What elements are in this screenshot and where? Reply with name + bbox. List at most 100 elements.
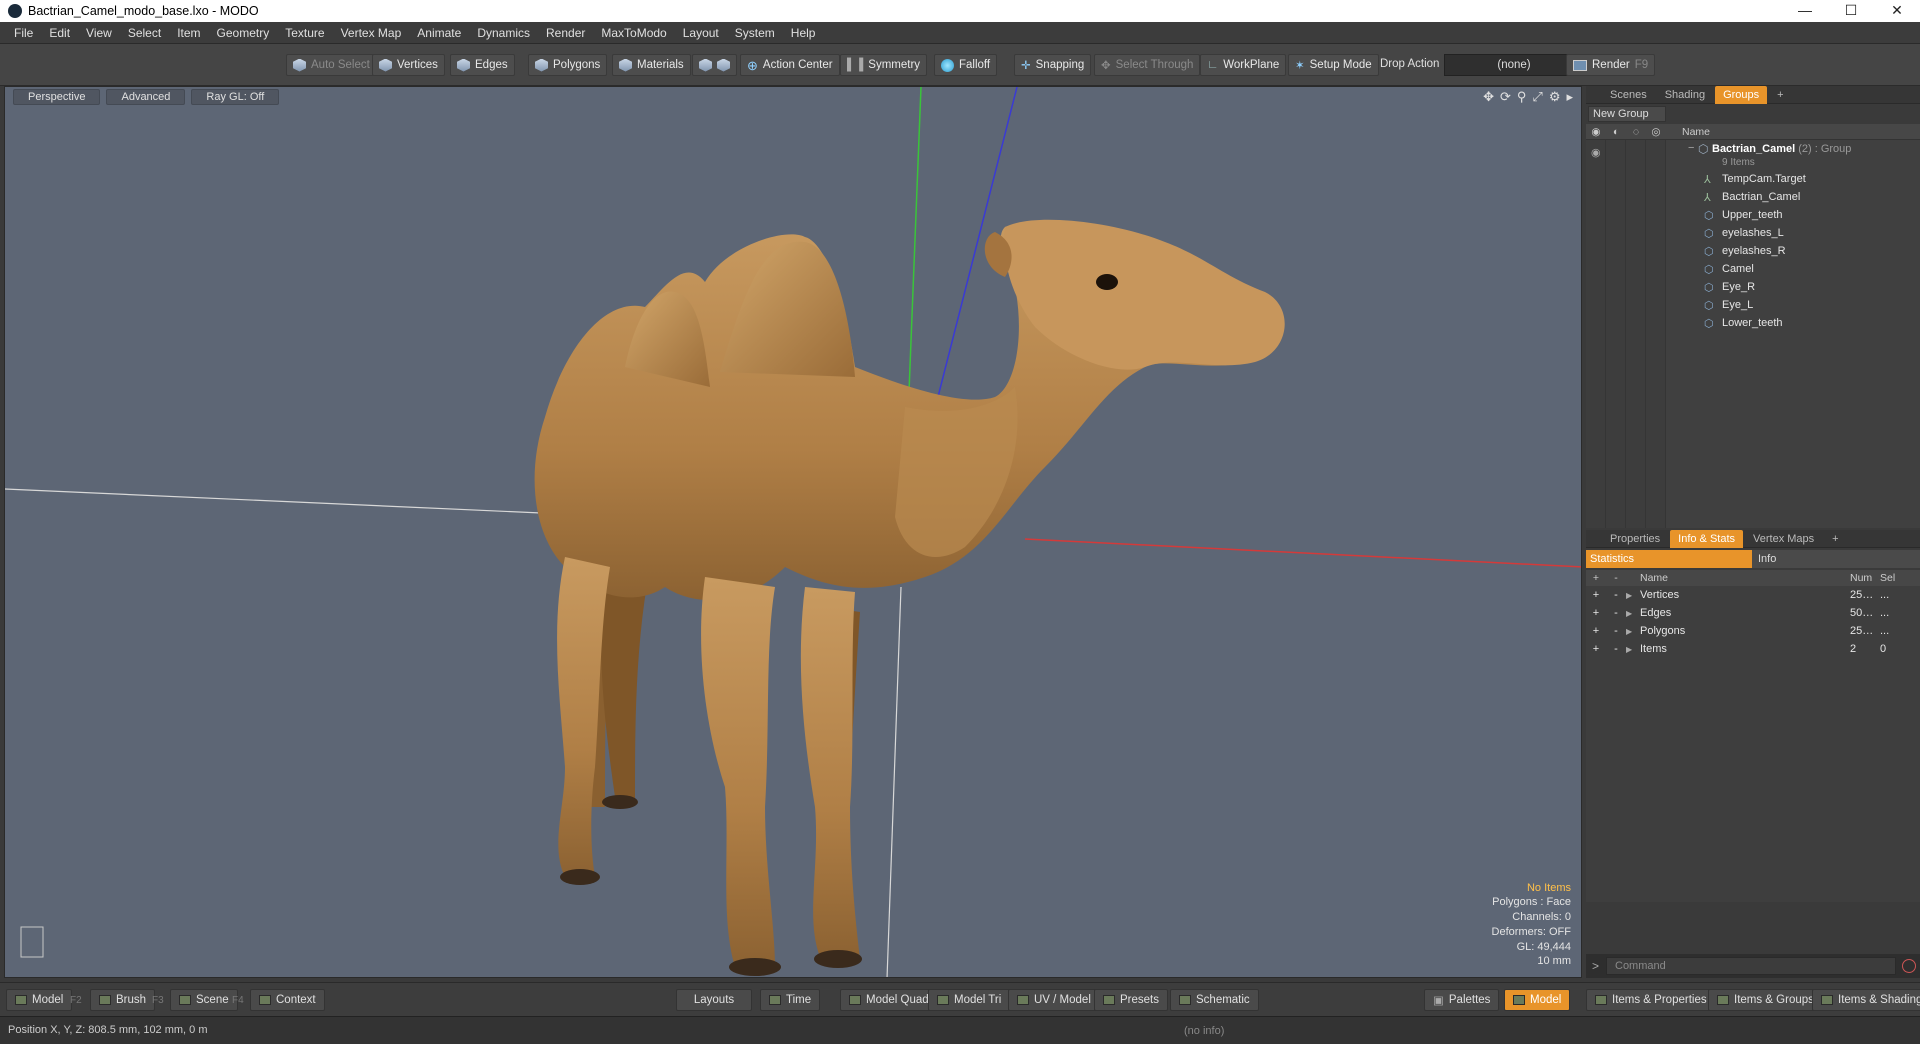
mode-context-button[interactable]: Context — [250, 989, 325, 1011]
menu-dynamics[interactable]: Dynamics — [469, 26, 538, 40]
zoom-icon[interactable]: ⚲ — [1517, 89, 1527, 105]
workplane-button[interactable]: ∟ WorkPlane — [1200, 54, 1287, 76]
menu-texture[interactable]: Texture — [277, 26, 332, 40]
expand-arrow-icon[interactable]: ▶ — [1626, 591, 1640, 600]
maximize-button[interactable]: ☐ — [1828, 0, 1874, 22]
command-history-icon[interactable] — [1902, 959, 1916, 973]
add-props-tab-button[interactable]: + — [1824, 530, 1846, 548]
layouts-button[interactable]: Layouts — [676, 989, 752, 1011]
expand-all-icon[interactable]: + — [1586, 572, 1606, 584]
tree-item-upper-teeth[interactable]: ⬡ Upper_teeth — [1586, 206, 1920, 224]
vertices-button[interactable]: Vertices — [372, 54, 445, 76]
group-expand-icon[interactable]: − — [1688, 142, 1694, 154]
select-icon[interactable]: ◌ — [1626, 126, 1646, 138]
render-toggle-icon[interactable]: ◎ — [1646, 126, 1666, 138]
layout-model-tab[interactable]: Model — [1504, 989, 1571, 1011]
edges-button[interactable]: Edges — [450, 54, 515, 76]
menu-geometry[interactable]: Geometry — [209, 26, 278, 40]
tab-groups[interactable]: Groups — [1715, 85, 1768, 104]
expand-arrow-icon[interactable]: ▶ — [1626, 627, 1640, 636]
rotate-icon[interactable]: ⟳ — [1500, 89, 1511, 105]
expand-arrow-icon[interactable]: ▶ — [1626, 609, 1640, 618]
stats-row-vertices[interactable]: + - ▶ Vertices 25… ... — [1586, 586, 1920, 604]
tree-item-lower-teeth[interactable]: ⬡ Lower_teeth — [1586, 314, 1920, 332]
tab-scenes[interactable]: Scenes — [1602, 86, 1655, 104]
tree-item-tempcam-target[interactable]: ⅄ TempCam.Target — [1586, 170, 1920, 188]
add-tab-button[interactable]: + — [1769, 86, 1791, 104]
mode-scene-button[interactable]: Scene — [170, 989, 238, 1011]
menu-system[interactable]: System — [727, 26, 783, 40]
plus-icon[interactable]: + — [1586, 589, 1606, 601]
pan-icon[interactable]: ✥ — [1483, 89, 1494, 105]
layout-schematic-button[interactable]: Schematic — [1170, 989, 1259, 1011]
minus-icon[interactable]: - — [1606, 589, 1626, 601]
layout-items-groups-tab[interactable]: Items & Groups — [1708, 989, 1823, 1011]
viewport-tab-perspective[interactable]: Perspective — [13, 89, 101, 105]
minus-icon[interactable]: - — [1606, 643, 1626, 655]
subtab-info[interactable]: Info — [1752, 550, 1920, 568]
layout-model-tri-button[interactable]: Model Tri — [928, 989, 1011, 1011]
snapping-button[interactable]: ✛ Snapping — [1014, 54, 1092, 76]
component-toggle-button[interactable] — [692, 54, 737, 76]
menu-file[interactable]: File — [6, 26, 41, 40]
3d-viewport[interactable]: Perspective Advanced Ray GL: Off ✥ ⟳ ⚲ ⤢… — [4, 86, 1582, 978]
tree-item-eyelashes-l[interactable]: ⬡ eyelashes_L — [1586, 224, 1920, 242]
menu-maxtomodo[interactable]: MaxToModo — [593, 26, 674, 40]
stats-row-items[interactable]: + - ▶ Items 2 0 — [1586, 640, 1920, 658]
menu-animate[interactable]: Animate — [409, 26, 469, 40]
tree-item-eyelashes-r[interactable]: ⬡ eyelashes_R — [1586, 242, 1920, 260]
close-button[interactable]: ✕ — [1874, 0, 1920, 22]
auto-select-button[interactable]: Auto Select — [286, 54, 377, 76]
select-through-button[interactable]: ✥ Select Through — [1094, 54, 1201, 76]
menu-item[interactable]: Item — [169, 26, 208, 40]
stats-row-polygons[interactable]: + - ▶ Polygons 25… ... — [1586, 622, 1920, 640]
tree-item-bactrian-camel[interactable]: ⅄ Bactrian_Camel — [1586, 188, 1920, 206]
tree-item-camel[interactable]: ⬡ Camel — [1586, 260, 1920, 278]
polygons-button[interactable]: Polygons — [528, 54, 608, 76]
menu-help[interactable]: Help — [783, 26, 824, 40]
tab-vertex-maps[interactable]: Vertex Maps — [1745, 530, 1822, 548]
new-group-button[interactable]: New Group — [1588, 106, 1666, 122]
falloff-button[interactable]: Falloff — [934, 54, 998, 76]
minimize-button[interactable]: — — [1782, 0, 1828, 22]
viewport-tab-advanced[interactable]: Advanced — [106, 89, 186, 105]
palettes-button[interactable]: ▣ Palettes — [1424, 989, 1500, 1011]
minus-icon[interactable]: - — [1606, 607, 1626, 619]
tree-item-eye-l[interactable]: ⬡ Eye_L — [1586, 296, 1920, 314]
gear-icon[interactable]: ⚙ — [1549, 89, 1561, 105]
group-visibility-icon[interactable]: ◉ — [1591, 146, 1601, 159]
collapse-all-icon[interactable]: - — [1606, 572, 1626, 584]
eye-icon[interactable]: ◉ — [1586, 126, 1606, 138]
menu-select[interactable]: Select — [120, 26, 169, 40]
lock-icon[interactable]: ◐ — [1606, 126, 1626, 138]
menu-layout[interactable]: Layout — [675, 26, 727, 40]
group-row[interactable]: ◉ − ⬡ Bactrian_Camel (2) : Group 9 Items — [1586, 140, 1920, 170]
plus-icon[interactable]: + — [1586, 643, 1606, 655]
expand-arrow-icon[interactable]: ▶ — [1626, 645, 1640, 654]
layout-model-quad-button[interactable]: Model Quad — [840, 989, 938, 1011]
stats-row-edges[interactable]: + - ▶ Edges 50… ... — [1586, 604, 1920, 622]
menu-vertex-map[interactable]: Vertex Map — [333, 26, 410, 40]
menu-render[interactable]: Render — [538, 26, 593, 40]
viewport-tab-raygl[interactable]: Ray GL: Off — [191, 89, 280, 105]
menu-edit[interactable]: Edit — [41, 26, 78, 40]
tree-item-eye-r[interactable]: ⬡ Eye_R — [1586, 278, 1920, 296]
minus-icon[interactable]: - — [1606, 625, 1626, 637]
maximize-icon[interactable]: ⤢ — [1532, 89, 1542, 105]
tab-info-stats[interactable]: Info & Stats — [1670, 529, 1744, 548]
materials-button[interactable]: Materials — [612, 54, 691, 76]
plus-icon[interactable]: + — [1586, 607, 1606, 619]
action-center-button[interactable]: ⊕ Action Center — [740, 54, 840, 76]
menu-view[interactable]: View — [78, 26, 120, 40]
symmetry-button[interactable]: ▌▐ Symmetry — [840, 54, 928, 76]
layout-uv-model-button[interactable]: UV / Model — [1008, 989, 1100, 1011]
layout-items-properties-tab[interactable]: Items & Properties — [1586, 989, 1716, 1011]
drop-action-select[interactable]: (none)▼ — [1444, 54, 1584, 76]
layout-presets-button[interactable]: Presets — [1094, 989, 1168, 1011]
layout-items-shading-tab[interactable]: Items & Shading — [1812, 989, 1920, 1011]
tab-properties[interactable]: Properties — [1602, 530, 1668, 548]
command-input[interactable]: Command — [1606, 957, 1896, 975]
tab-shading[interactable]: Shading — [1657, 86, 1713, 104]
mode-model-button[interactable]: Model — [6, 989, 73, 1011]
play-icon[interactable]: ▸ — [1566, 89, 1573, 105]
